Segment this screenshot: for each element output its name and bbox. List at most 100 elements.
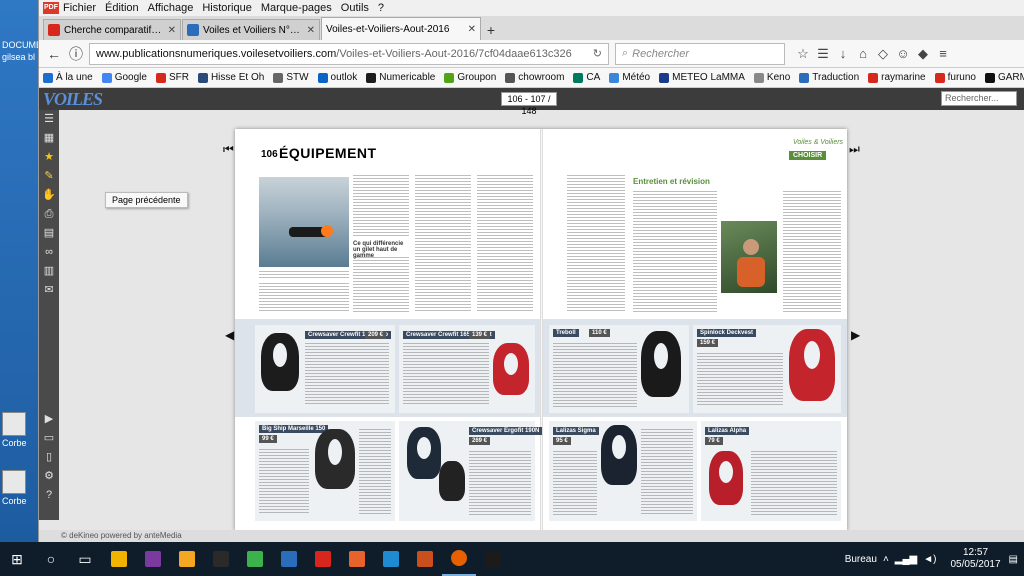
play-icon[interactable]: ▶ [39,410,59,429]
film-icon[interactable]: ▥ [39,262,59,281]
taskbar-app[interactable] [136,542,170,576]
taskbar-app[interactable] [408,542,442,576]
menu-affichage[interactable]: Affichage [148,2,194,14]
bookmark-item[interactable]: GARMIN [984,72,1024,83]
desktop-icon-trash-2[interactable]: Corbe [2,470,38,506]
bookmark-item[interactable]: Groupon [444,72,496,83]
pocket-icon[interactable]: ◇ [873,46,893,62]
chevron-up-icon[interactable]: ˄ [883,554,889,565]
last-page-icon[interactable]: ⏭ [849,142,860,157]
start-button[interactable]: ⊞ [0,542,34,576]
reload-icon[interactable]: ↻ [593,47,602,60]
page-indicator[interactable]: 106 - 107 / 148 [501,92,557,116]
tab-voiles-aout[interactable]: Voiles-et-Voiliers-Aout-2016 ✕ [321,17,481,40]
taskbar-app-firefox[interactable] [442,542,476,576]
product-card[interactable]: Lalizas Sigma 95 € [549,421,697,521]
viewer-search-input[interactable]: Rechercher... [941,91,1017,106]
mail-icon[interactable]: ✉ [39,281,59,300]
taskbar-app[interactable] [102,542,136,576]
bookmark-item[interactable]: Google [101,72,147,83]
taskbar-app[interactable] [374,542,408,576]
taskbar-app[interactable] [306,542,340,576]
search-icon[interactable]: ○ [34,542,68,576]
settings-icon[interactable]: ⚙ [39,467,59,486]
bookmark-star-icon[interactable]: ☆ [793,46,813,62]
taskbar-app[interactable] [170,542,204,576]
sync-icon[interactable]: ☺ [893,46,913,61]
product-card[interactable]: Crewsaver Crewfit 165N Pro 209 € [255,325,395,413]
bookmark-item[interactable]: Numericable [366,72,435,83]
bookmark-item[interactable]: Keno [753,72,790,83]
hand-icon[interactable]: ✋ [39,186,59,205]
bookmark-item[interactable]: SFR [155,72,189,83]
tab-comparatif[interactable]: Cherche comparatif gilets d ✕ [43,19,181,40]
bookmark-item[interactable]: Météo [609,72,650,83]
bookmark-item[interactable]: CA [573,72,600,83]
reading-list-icon[interactable]: ☰ [813,46,833,62]
taskbar-app[interactable] [272,542,306,576]
taskbar-app[interactable] [340,542,374,576]
home-icon[interactable]: ⌂ [853,46,873,61]
menu-icon[interactable]: ≡ [933,46,953,61]
bookmark-item[interactable]: raymarine [868,72,926,83]
previous-page-button[interactable]: ◀ [225,328,234,342]
print-icon[interactable]: ⎙ [39,205,59,224]
taskbar-app[interactable] [476,542,510,576]
desktop-icon-gilsea[interactable]: gilsea bl [2,52,38,62]
menu-fichier[interactable]: Fichier [63,2,96,14]
product-card[interactable]: Lalizas Alpha 79 € [701,421,841,521]
bookmark-item[interactable]: À la une [43,72,93,83]
search-field[interactable]: ⌕ Rechercher [615,42,785,65]
next-page-button[interactable]: ▶ [851,328,860,342]
bookmark-item[interactable]: Hisse Et Oh [197,72,264,83]
bookmark-item[interactable]: outlok [317,72,357,83]
link-icon[interactable]: ∞ [39,243,59,262]
notifications-icon[interactable]: ▤ [1009,554,1018,565]
menu-aide[interactable]: ? [378,2,384,14]
url-bar[interactable]: www.publicationsnumeriques.voilesetvoili… [89,42,609,65]
close-tab-icon[interactable]: ✕ [468,24,476,35]
desktop-icon-documents[interactable]: DOCUME [2,40,42,50]
taskbar-app[interactable] [204,542,238,576]
page-icon[interactable]: ▭ [39,429,59,448]
tab-voiles-546[interactable]: Voiles et Voiliers N°546 ✕ [182,19,320,40]
menu-historique[interactable]: Historique [202,2,252,14]
bookmark-item[interactable]: chowroom [505,72,564,83]
download-icon[interactable]: ↓ [833,46,853,61]
bureau-label[interactable]: Bureau [845,554,877,565]
addon-icon[interactable]: ◆ [913,46,933,62]
volume-icon[interactable]: ◄) [923,554,936,565]
bookmark-item[interactable]: furuno [934,72,976,83]
clock[interactable]: 12:57 05/05/2017 [950,547,1000,571]
list-icon[interactable]: ☰ [39,110,59,129]
pdf-icon[interactable]: ▤ [39,224,59,243]
back-button[interactable]: ← [43,43,65,65]
lifejacket-image [407,427,441,479]
task-view-icon[interactable]: ▭ [68,542,102,576]
menu-marque-pages[interactable]: Marque-pages [261,2,332,14]
product-card[interactable]: Spinlock Deckvest 159 € [693,325,841,413]
product-card[interactable]: Crewsaver Ergofit 190N 269 € [399,421,543,521]
grid-icon[interactable]: ▦ [39,129,59,148]
tab-label: Cherche comparatif gilets d [64,24,164,36]
taskbar-app[interactable] [238,542,272,576]
desktop-icon-trash[interactable]: Corbe [2,412,38,448]
bookmark-item[interactable]: METEO LaMMA [659,72,745,83]
bookmark-item[interactable]: STW [273,72,309,83]
bookmark-item[interactable]: Traduction [799,72,859,83]
product-card[interactable]: Treboll 110 € [549,325,689,413]
file-icon[interactable]: ▯ [39,448,59,467]
product-card[interactable]: Big Ship Marseille 150 99 € [255,421,395,521]
menu-outils[interactable]: Outils [341,2,369,14]
close-tab-icon[interactable]: ✕ [168,25,176,36]
menu-edition[interactable]: Édition [105,2,139,14]
network-icon[interactable]: ▂▄▆ [895,554,917,565]
info-icon[interactable]: ⓘ [65,43,87,65]
pen-icon[interactable]: ✎ [39,167,59,186]
star-icon[interactable]: ★ [39,148,59,167]
product-card[interactable]: Crewsaver Crewfit 165N Sport 139 € [399,325,535,413]
close-tab-icon[interactable]: ✕ [307,25,315,36]
first-page-icon[interactable]: ⏮ [223,142,234,157]
help-icon[interactable]: ? [39,486,59,505]
new-tab-button[interactable]: + [482,20,500,40]
